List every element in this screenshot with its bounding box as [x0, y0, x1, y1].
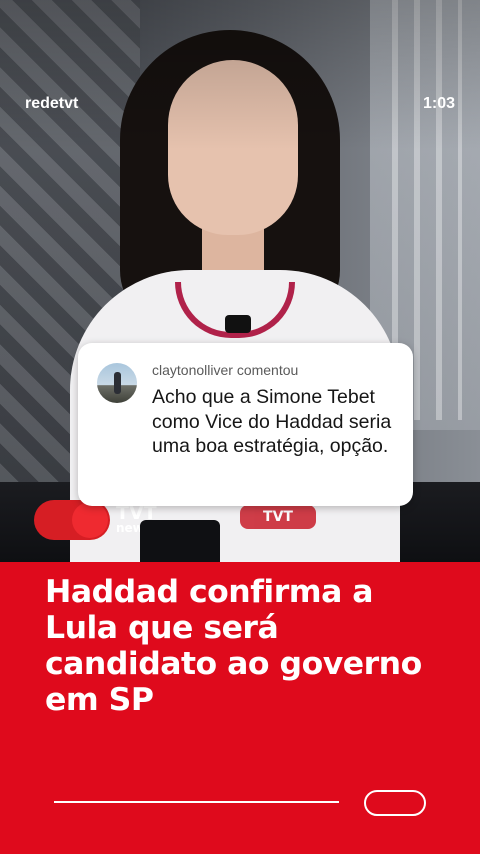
studio-mug [140, 520, 220, 562]
progress-bar[interactable] [54, 801, 339, 803]
channel-name[interactable]: redetvt [25, 95, 78, 113]
commenter-avatar[interactable] [97, 363, 137, 403]
pill-button[interactable] [364, 790, 426, 816]
video-post[interactable]: TVT news TVT redetvt 1:03 claytonolliver… [0, 0, 480, 854]
tvt-logo-knob [72, 502, 108, 538]
top-overlay [0, 0, 480, 150]
tvt-logo-badge [34, 500, 110, 540]
video-duration: 1:03 [422, 95, 455, 112]
headline-text: Haddad confirma a Lula que será candidat… [45, 574, 422, 718]
comment-author: claytonolliver comentou [152, 362, 299, 378]
avatar-figure [114, 372, 121, 394]
comment-text: Acho que a Simone Tebet como Vice do Had… [152, 386, 392, 457]
comment-sticker[interactable]: claytonolliver comentou Acho que a Simon… [78, 343, 413, 506]
laptop-tvt-logo: TVT [240, 505, 316, 529]
lapel-mic [225, 315, 251, 333]
